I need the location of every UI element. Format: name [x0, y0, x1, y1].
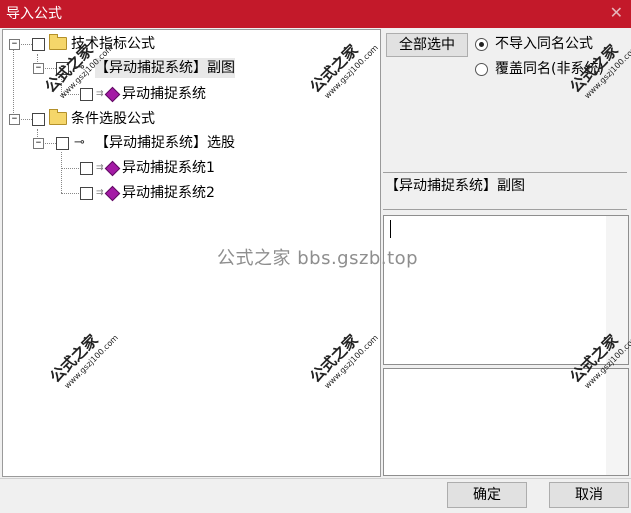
overwrite-duplicates-label: 覆盖同名(非系统) [495, 61, 604, 77]
title-bar: 导入公式 ✕ [0, 0, 631, 28]
tree-node-cond-subgroup[interactable]: − ⊸ 【异动捕捉系统】选股 [3, 133, 303, 153]
overwrite-duplicates-radio[interactable] [475, 63, 488, 76]
tree-node-cond-group[interactable]: − 条件选股公式 [3, 109, 303, 129]
collapse-toggle[interactable]: − [33, 138, 44, 149]
tree-node-label: 条件选股公式 [71, 111, 155, 127]
footer-divider [0, 478, 631, 479]
tree-checkbox[interactable] [32, 113, 45, 126]
formula-tree[interactable]: − 技术指标公式 − ⊸ 【异动捕捉系统】副图 ⇉ 异动捕捉系统 − 条件选股公… [2, 29, 381, 477]
select-all-button[interactable]: 全部选中 [386, 33, 468, 57]
skip-duplicates-radio[interactable] [475, 38, 488, 51]
tree-node-label: 异动捕捉系统 [122, 86, 206, 102]
tree-checkbox[interactable] [80, 162, 93, 175]
collapse-toggle[interactable]: − [33, 63, 44, 74]
arrow-tag-icon: ⇉ [96, 163, 104, 173]
key-icon: ⊸ [74, 60, 85, 75]
tree-node-label: 【异动捕捉系统】副图 [95, 58, 235, 78]
tree-node-tech-formula[interactable]: ⇉ 异动捕捉系统 [3, 84, 303, 104]
tree-checkbox[interactable] [32, 38, 45, 51]
formula-gem-icon [104, 160, 121, 177]
formula-gem-icon [104, 86, 121, 103]
cancel-button[interactable]: 取消 [549, 482, 629, 508]
description-scrollbar[interactable] [606, 369, 628, 475]
skip-duplicates-label: 不导入同名公式 [495, 36, 593, 52]
arrow-tag-icon: ⇉ [96, 89, 104, 99]
tree-node-label: 技术指标公式 [71, 36, 155, 52]
key-icon: ⊸ [74, 135, 85, 150]
window-title: 导入公式 [6, 6, 62, 22]
folder-icon [49, 34, 67, 50]
tree-node-label: 异动捕捉系统2 [122, 185, 215, 201]
close-icon[interactable]: ✕ [610, 3, 623, 23]
formula-description-box[interactable] [383, 368, 629, 476]
tree-checkbox[interactable] [80, 88, 93, 101]
collapse-toggle[interactable]: − [9, 39, 20, 50]
tree-node-tech-subgroup[interactable]: − ⊸ 【异动捕捉系统】副图 [3, 58, 303, 78]
tree-checkbox[interactable] [56, 137, 69, 150]
tree-node-cond-formula-2[interactable]: ⇉ 异动捕捉系统2 [3, 183, 303, 203]
formula-text-editor[interactable] [383, 215, 629, 365]
formula-gem-icon [104, 185, 121, 202]
text-caret [390, 220, 391, 238]
ok-button[interactable]: 确定 [447, 482, 527, 508]
arrow-tag-icon: ⇉ [96, 188, 104, 198]
folder-icon [49, 109, 67, 125]
tree-node-cond-formula-1[interactable]: ⇉ 异动捕捉系统1 [3, 158, 303, 178]
tree-line [13, 44, 14, 119]
tree-checkbox[interactable] [56, 62, 69, 75]
collapse-toggle[interactable]: − [9, 114, 20, 125]
tree-node-label: 异动捕捉系统1 [122, 160, 215, 176]
tree-node-tech-group[interactable]: − 技术指标公式 [3, 34, 303, 54]
tree-node-label: 【异动捕捉系统】选股 [95, 135, 235, 151]
tree-checkbox[interactable] [80, 187, 93, 200]
editor-scrollbar[interactable] [606, 216, 628, 364]
formula-name-display: 【异动捕捉系统】副图 [383, 172, 627, 210]
